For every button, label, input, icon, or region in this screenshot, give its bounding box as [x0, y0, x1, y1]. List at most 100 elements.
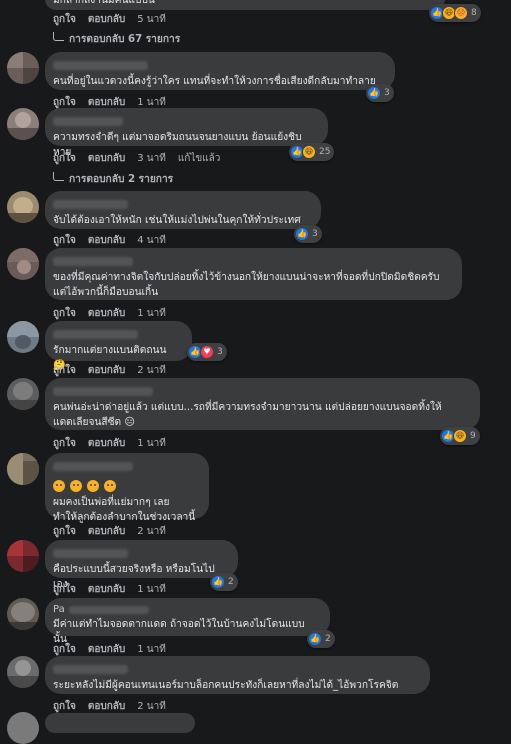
reply-link[interactable]: ตอบกลับ: [88, 582, 125, 597]
reply-link[interactable]: ตอบกลับ: [88, 306, 125, 321]
view-replies-label: การตอบกลับ 67 รายการ: [69, 34, 181, 45]
reaction-summary[interactable]: 👍 2: [307, 630, 335, 648]
avatar[interactable]: [7, 712, 39, 744]
reaction-count: 2: [228, 577, 234, 587]
reply-link[interactable]: ตอบกลับ: [88, 363, 125, 378]
reaction-count: 3: [384, 88, 390, 98]
timestamp[interactable]: 1 นาที: [137, 582, 166, 597]
reaction-summary[interactable]: 👍 2: [210, 573, 238, 591]
timestamp[interactable]: 2 นาที: [137, 524, 166, 539]
view-replies-link[interactable]: การตอบกลับ 2 รายการ: [53, 171, 173, 187]
comment-actions: ถูกใจ ตอบกลับ 1 นาที: [53, 436, 166, 451]
reaction-summary[interactable]: 👍 😆 9: [440, 427, 480, 445]
comment-bubble: Pa มีค่าแต่ทำไมจอดตากแดด ถ้าจอดไว้ในบ้าน…: [45, 598, 330, 645]
commenter-name[interactable]: [53, 462, 133, 471]
avatar[interactable]: [7, 656, 39, 688]
avatar[interactable]: [7, 453, 39, 485]
timestamp[interactable]: 1 นาที: [137, 306, 166, 321]
avatar[interactable]: [7, 378, 39, 410]
sad-emoji-icon: [87, 480, 100, 492]
reply-link[interactable]: ตอบกลับ: [88, 151, 125, 166]
comment-text: คนที่อยู่ในแวดวงนี้คงรู้ว่าใคร แทนที่จะท…: [53, 76, 376, 87]
reply-link[interactable]: ตอบกลับ: [88, 233, 125, 248]
commenter-name[interactable]: [53, 61, 148, 70]
haha-icon: 😆: [302, 145, 316, 159]
commenter-name-prefix: Pa: [53, 604, 65, 615]
reply-link[interactable]: ตอบกลับ: [88, 642, 125, 657]
name-blur: [68, 605, 149, 614]
like-link[interactable]: ถูกใจ: [53, 436, 76, 451]
avatar[interactable]: [7, 540, 39, 572]
like-link[interactable]: ถูกใจ: [53, 233, 76, 248]
like-link[interactable]: ถูกใจ: [53, 699, 76, 714]
comment-actions: ถูกใจ ตอบกลับ 1 นาที: [53, 582, 166, 597]
timestamp[interactable]: 5 นาที: [137, 12, 166, 27]
comment-bubble: ความทรงจำดีๆ แต่มาจอดริมถนนจนยางแบน ย้อน…: [45, 108, 328, 158]
avatar[interactable]: [7, 52, 39, 84]
commenter-name[interactable]: Pa: [53, 604, 318, 615]
sad-emoji-icon: [104, 480, 117, 492]
like-link[interactable]: ถูกใจ: [53, 642, 76, 657]
avatar[interactable]: [7, 248, 39, 280]
commenter-name[interactable]: [53, 117, 123, 126]
commenter-name[interactable]: [53, 330, 138, 339]
comment-bubble: ระยะหลังไม่มีผู้คอนเทนเนอร์มาบล็อกคนประท…: [45, 656, 430, 694]
comment-actions: ถูกใจ ตอบกลับ 2 นาที: [53, 699, 166, 714]
reply-arrow-icon: [53, 31, 64, 41]
view-replies-label: การตอบกลับ 2 รายการ: [69, 174, 174, 185]
reaction-count: 2: [325, 634, 331, 644]
like-link[interactable]: ถูกใจ: [53, 306, 76, 321]
sad-emoji-icon: [70, 480, 83, 492]
comment-bubble: จับได้ต้องเอาให้หนัก เช่นให้แม่งไปพ่นในค…: [45, 191, 321, 229]
emoji-row: [53, 475, 197, 494]
like-link[interactable]: ถูกใจ: [53, 524, 76, 539]
reply-link[interactable]: ตอบกลับ: [88, 12, 125, 27]
comment-actions: ถูกใจ ตอบกลับ 4 นาที: [53, 233, 166, 248]
commenter-name[interactable]: [53, 387, 153, 396]
love-icon: ♥: [200, 345, 214, 359]
reaction-count: 3: [312, 229, 318, 239]
avatar[interactable]: [7, 108, 39, 140]
comment-actions: ถูกใจ ตอบกลับ 1 นาที: [53, 642, 166, 657]
comment-text: คนพ่นอ่ะน่าด่าอยู่แล้ว แต่แบบ...รถที่มีค…: [53, 402, 442, 428]
reaction-summary[interactable]: 👍 😆 ☹ 8: [429, 4, 481, 22]
like-link[interactable]: ถูกใจ: [53, 363, 76, 378]
comment-actions: ถูกใจ ตอบกลับ 5 นาที: [53, 12, 166, 27]
like-link[interactable]: ถูกใจ: [53, 151, 76, 166]
view-replies-link[interactable]: การตอบกลับ 67 รายการ: [53, 31, 180, 47]
reaction-summary[interactable]: 👍 😆 25: [289, 143, 335, 161]
reply-link[interactable]: ตอบกลับ: [88, 524, 125, 539]
commenter-name[interactable]: [53, 549, 128, 558]
comment-actions: ถูกใจ ตอบกลับ 2 นาที: [53, 363, 166, 378]
reaction-count: 3: [217, 347, 223, 357]
reaction-summary[interactable]: 👍 3: [294, 225, 322, 243]
timestamp[interactable]: 1 นาที: [137, 436, 166, 451]
commenter-name[interactable]: [53, 665, 128, 674]
avatar[interactable]: [7, 191, 39, 223]
timestamp[interactable]: 4 นาที: [137, 233, 166, 248]
avatar[interactable]: [7, 321, 39, 353]
comment-bubble: คนที่อยู่ในแวดวงนี้คงรู้ว่าใคร แทนที่จะท…: [45, 52, 395, 90]
timestamp[interactable]: 1 นาที: [137, 642, 166, 657]
reply-link[interactable]: ตอบกลับ: [88, 436, 125, 451]
timestamp[interactable]: 2 นาที: [137, 699, 166, 714]
comment-bubble: ของที่มีคุณค่าทางจิตใจกับปล่อยทิ้งไว้ข้า…: [45, 248, 462, 300]
like-link[interactable]: ถูกใจ: [53, 582, 76, 597]
commenter-name[interactable]: [53, 257, 133, 266]
reaction-count: 25: [319, 147, 331, 157]
avatar[interactable]: [7, 598, 39, 630]
reaction-summary[interactable]: 👍 ♥ 3: [187, 343, 227, 361]
reply-link[interactable]: ตอบกลับ: [88, 699, 125, 714]
edited-label: แก้ไขแล้ว: [177, 153, 221, 164]
like-link[interactable]: ถูกใจ: [53, 12, 76, 27]
reaction-count: 9: [470, 431, 476, 441]
commenter-name[interactable]: [53, 200, 128, 209]
comment-actions: ถูกใจ ตอบกลับ 1 นาที: [53, 306, 166, 321]
comment-bubble: [45, 713, 195, 733]
comment-bubble: ผมคงเป็นพ่อที่แย่มากๆ เลย ทำให้ลูกต้องลำ…: [45, 453, 209, 523]
timestamp[interactable]: 2 นาที: [137, 363, 166, 378]
reaction-summary[interactable]: 👍 3: [366, 84, 394, 102]
timestamp[interactable]: 3 นาที: [137, 151, 166, 166]
comment-bubble: รักมากแต่ยางแบนติดถนน 🤔: [45, 321, 192, 371]
comment-bubble: มีกลากลงานมีคนแบบนี้: [45, 0, 445, 10]
